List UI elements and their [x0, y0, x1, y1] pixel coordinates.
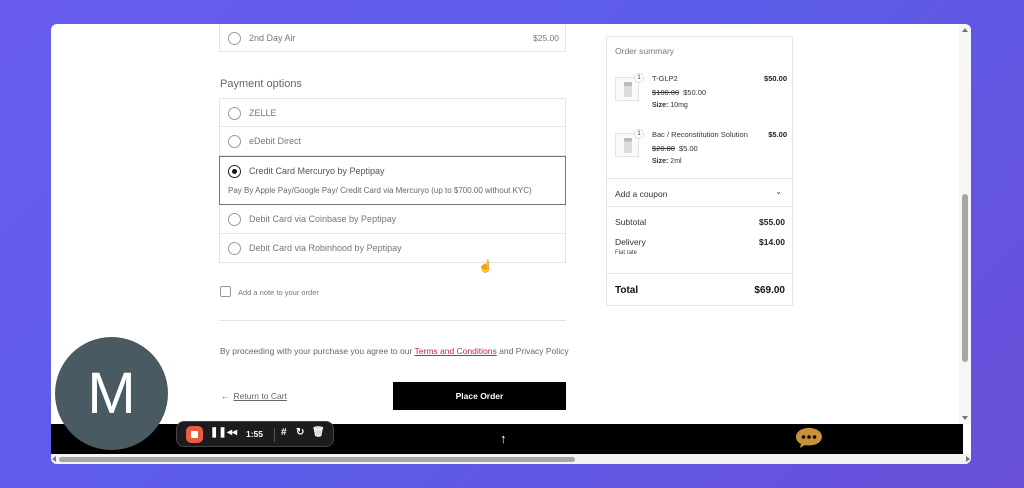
shipping-option-2nd-day-air[interactable]: 2nd Day Air $25.00 [219, 24, 566, 52]
stop-recording-button[interactable] [186, 426, 203, 443]
item-size-value: 10mg [670, 102, 688, 109]
delivery-method: Flat rate [615, 250, 638, 256]
payment-option-label: eDebit Direct [249, 136, 302, 146]
order-note-label: Add a note to your order [238, 288, 319, 297]
total-value: $69.00 [754, 285, 785, 296]
return-to-cart-label: Return to Cart [233, 391, 287, 401]
payment-option-coinbase[interactable]: Debit Card via Coinbase by Peptipay [219, 205, 566, 234]
item-size-value: 2ml [670, 158, 682, 165]
grid-icon[interactable]: # [281, 427, 287, 438]
payment-option-edebit[interactable]: eDebit Direct [219, 127, 566, 156]
scroll-down-icon[interactable] [962, 416, 968, 420]
payment-option-robinhood[interactable]: Debit Card via Robinhood by Peptipay [219, 234, 566, 263]
scroll-to-top-icon[interactable]: ↑ [500, 431, 507, 446]
terms-prefix: By proceeding with your purchase you agr… [220, 346, 413, 356]
terms-connector: and [499, 346, 514, 356]
subtotal-value: $55.00 [759, 217, 785, 227]
shipping-radio[interactable] [228, 32, 241, 45]
add-coupon-label: Add a coupon [615, 189, 668, 199]
shipping-option-label: 2nd Day Air [249, 33, 296, 43]
checkout-page: 2nd Day Air $25.00 Payment options ZELLE… [51, 24, 963, 454]
payment-radio[interactable] [228, 242, 241, 255]
summary-item: 1 T-GLP2 $50.00 $100.00 $50.00 Size: 10mg [615, 73, 787, 129]
summary-item: 1 Bac / Reconstitution Solution $5.00 $2… [615, 129, 787, 185]
quantity-badge: 1 [634, 73, 644, 83]
vertical-scrollbar[interactable] [959, 24, 971, 424]
payment-radio[interactable] [228, 107, 241, 120]
terms-link[interactable]: Terms and Conditions [415, 346, 497, 356]
divider [274, 428, 275, 442]
divider [607, 273, 792, 274]
scroll-left-icon[interactable] [52, 456, 56, 462]
item-amount: $50.00 [764, 74, 787, 83]
recorder-toolbar: ❚❚ ◂◂ 1:55 # ↻ 🗑 [176, 421, 334, 447]
payment-option-label: Debit Card via Robinhood by Peptipay [249, 243, 402, 253]
payment-option-label: ZELLE [249, 108, 277, 118]
payment-option-credit-card-mercuryo[interactable]: Credit Card Mercuryo by Peptipay Pay By … [219, 156, 566, 205]
order-summary: Order summary 1 T-GLP2 $50.00 $100.00 $50… [606, 36, 793, 306]
delivery-label: Delivery [615, 237, 646, 247]
quantity-badge: 1 [634, 129, 644, 139]
item-name: T-GLP2 [652, 74, 678, 83]
scroll-right-icon[interactable] [966, 456, 970, 462]
chevron-down-icon: ⌄ [775, 187, 782, 196]
scroll-up-icon[interactable] [962, 28, 968, 32]
restart-icon[interactable]: ↻ [296, 427, 304, 438]
scrollbar-thumb[interactable] [962, 194, 968, 362]
payment-radio[interactable] [228, 213, 241, 226]
item-size-label: Size: [652, 158, 669, 165]
horizontal-scrollbar[interactable] [51, 454, 971, 464]
item-size: Size: 10mg [652, 102, 688, 109]
total-row: Total $69.00 [615, 285, 785, 296]
item-size: Size: 2ml [652, 158, 682, 165]
payment-radio[interactable] [228, 135, 241, 148]
payment-option-description: Pay By Apple Pay/Google Pay/ Credit Card… [228, 186, 532, 195]
place-order-button[interactable]: Place Order [393, 382, 566, 410]
delivery-value: $14.00 [759, 237, 785, 247]
shipping-option-price: $25.00 [533, 33, 559, 43]
item-old-price: $100.00 [652, 88, 680, 97]
item-size-label: Size: [652, 102, 669, 109]
item-price: $50.00 [683, 88, 707, 97]
pointer-cursor-icon: ☝ [478, 259, 493, 273]
recording-time: 1:55 [246, 429, 264, 439]
item-old-price: $20.00 [652, 144, 675, 153]
item-prices: $100.00 $50.00 [652, 88, 706, 97]
payment-option-label: Credit Card Mercuryo by Peptipay [249, 166, 385, 176]
order-note-checkbox[interactable] [220, 286, 231, 297]
item-prices: $20.00 $5.00 [652, 144, 698, 153]
scrollbar-thumb[interactable] [59, 457, 575, 462]
delete-icon[interactable]: 🗑 [312, 427, 325, 438]
subtotal-row: Subtotal $55.00 [615, 217, 785, 227]
item-price: $5.00 [678, 144, 698, 153]
divider [219, 320, 566, 321]
arrow-left-icon: ← [221, 391, 230, 401]
privacy-policy-text: Privacy Policy [515, 346, 569, 356]
order-summary-title: Order summary [615, 46, 675, 56]
browser-window: 2nd Day Air $25.00 Payment options ZELLE… [51, 24, 971, 464]
payment-option-zelle[interactable]: ZELLE [219, 98, 566, 127]
subtotal-label: Subtotal [615, 217, 647, 227]
rewind-icon[interactable]: ◂◂ [227, 427, 237, 438]
return-to-cart-link[interactable]: ← Return to Cart [221, 391, 287, 401]
delivery-row: Delivery $14.00 [615, 237, 785, 247]
payment-options-title: Payment options [220, 78, 302, 90]
payment-option-label: Debit Card via Coinbase by Peptipay [249, 214, 397, 224]
payment-radio-selected[interactable] [228, 165, 241, 178]
chat-icon[interactable] [795, 427, 823, 449]
add-coupon-toggle[interactable]: Add a coupon ⌄ [607, 178, 792, 207]
pause-icon[interactable]: ❚❚ [210, 427, 227, 438]
item-name: Bac / Reconstitution Solution [652, 130, 748, 139]
item-amount: $5.00 [768, 130, 787, 139]
terms-text: By proceeding with your purchase you agr… [220, 346, 569, 356]
avatar: M [55, 337, 168, 450]
payment-options-list: ZELLE eDebit Direct Credit Card Mercuryo… [219, 98, 566, 263]
total-label: Total [615, 285, 639, 296]
